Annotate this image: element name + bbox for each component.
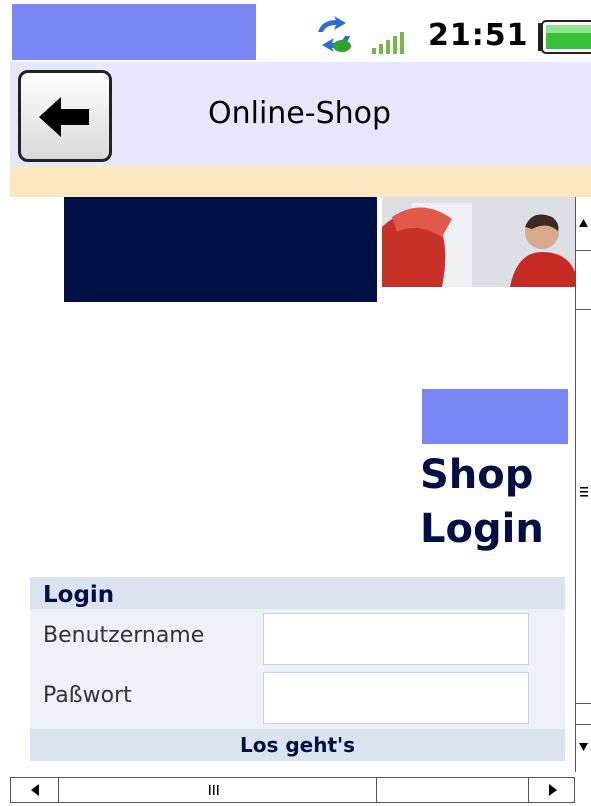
scroll-right-button[interactable]	[528, 778, 576, 802]
scroll-left-button[interactable]	[11, 778, 59, 802]
login-form-title: Login	[43, 582, 115, 608]
scroll-up-button[interactable]	[576, 197, 591, 251]
vertical-scroll-thumb[interactable]	[576, 309, 591, 704]
arrow-left-icon	[39, 97, 89, 137]
web-content: Shop Login Login Benutzername Paßwort Lo…	[0, 197, 575, 772]
username-label: Benutzername	[43, 623, 205, 648]
status-start-block[interactable]	[12, 4, 256, 60]
back-button[interactable]	[18, 70, 112, 162]
password-label: Paßwort	[43, 683, 132, 708]
vertical-scrollbar[interactable]	[575, 197, 591, 772]
title-bar-inner: Online-Shop	[10, 62, 591, 166]
heading-line-shop: Shop	[420, 452, 534, 498]
grip-icon	[209, 785, 219, 795]
submit-button[interactable]: Los geht's	[30, 729, 565, 761]
arrow-right-small-icon	[549, 784, 557, 796]
banner-logo-area	[64, 197, 377, 302]
clock-time[interactable]: 21:51	[428, 18, 529, 53]
status-bar: 21:51	[0, 0, 591, 62]
heading-line-login: Login	[420, 506, 544, 552]
scroll-down-button[interactable]	[576, 724, 591, 772]
shop-login-heading: Shop Login	[420, 448, 544, 556]
arrow-down-icon	[579, 743, 588, 751]
battery-icon[interactable]	[536, 20, 591, 54]
arrow-left-small-icon	[31, 784, 39, 796]
login-form: Login Benutzername Paßwort Los geht's	[30, 577, 565, 761]
arrow-up-icon	[579, 219, 588, 227]
signal-icon	[372, 32, 404, 54]
horizontal-scrollbar[interactable]	[10, 777, 575, 803]
grip-icon	[580, 487, 588, 497]
sync-icon	[318, 16, 351, 52]
horizontal-scroll-thumb[interactable]	[59, 778, 377, 802]
title-bar: Online-Shop	[10, 62, 591, 197]
accent-block	[422, 389, 568, 444]
username-input[interactable]	[263, 613, 529, 665]
login-form-header: Login	[30, 577, 565, 609]
password-input[interactable]	[263, 672, 529, 724]
submit-bar: Los geht's	[30, 729, 565, 761]
page-title: Online-Shop	[208, 96, 392, 131]
banner-photo	[382, 197, 575, 287]
